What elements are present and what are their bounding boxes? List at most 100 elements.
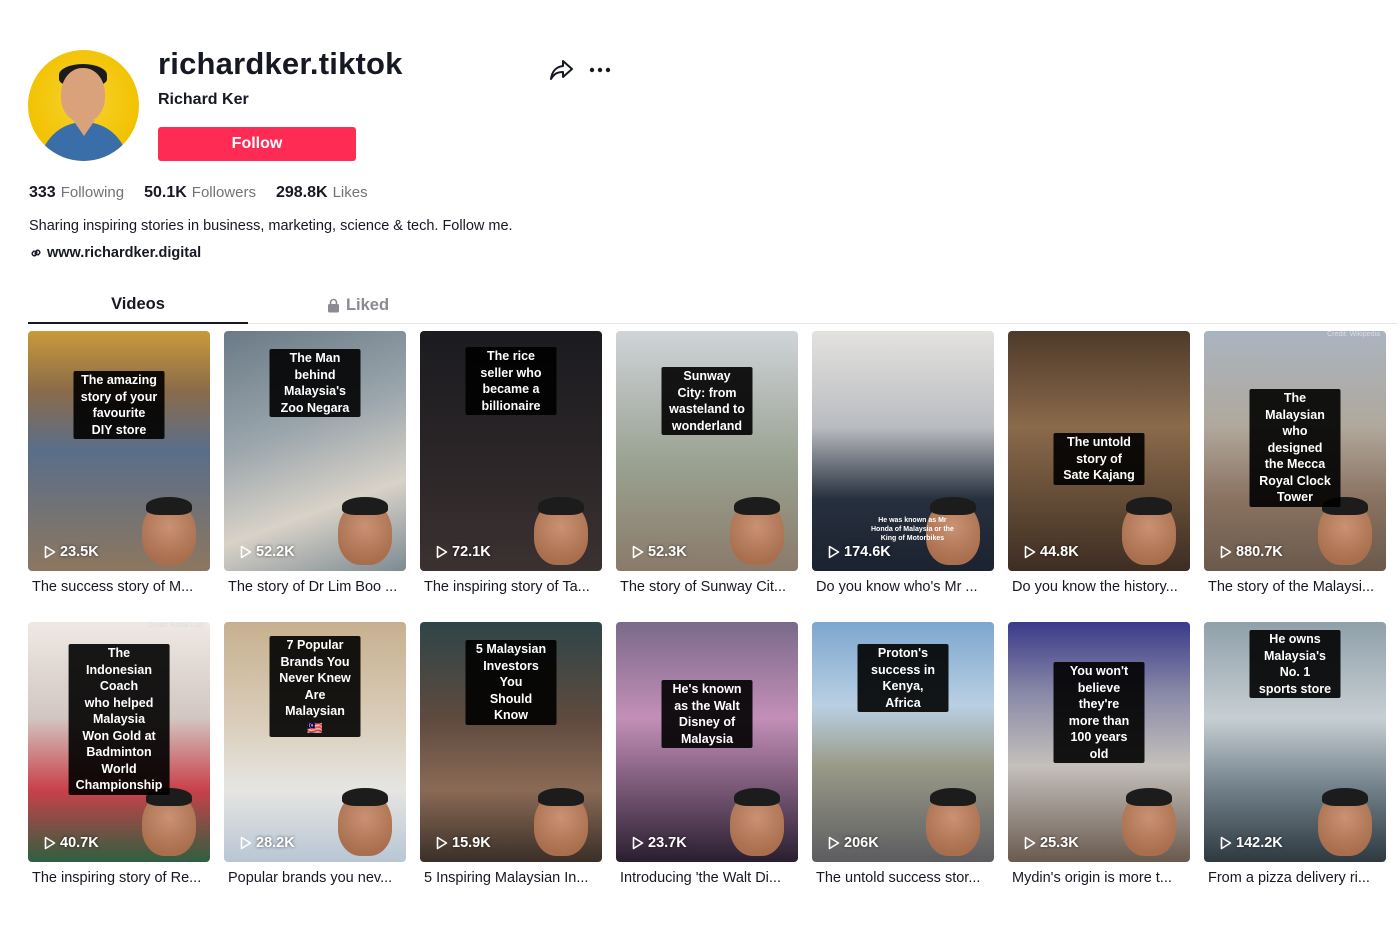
likes-label: Likes [332, 184, 368, 201]
video-thumbnail[interactable]: The amazing story of your favourite DIY … [28, 331, 210, 571]
video-thumbnail[interactable]: The rice seller who became a billionaire… [420, 331, 602, 571]
video-card[interactable]: He was known as Mr Honda of Malaysia or … [812, 331, 994, 595]
follow-button[interactable]: Follow [158, 127, 356, 161]
play-icon [436, 545, 448, 559]
video-thumbnail[interactable]: The untold story of Sate Kajang 44.8K [1008, 331, 1190, 571]
video-thumbnail[interactable]: He owns Malaysia's No. 1 sports store 142… [1204, 622, 1386, 862]
video-card[interactable]: Sunway City: from wasteland to wonderlan… [616, 331, 798, 595]
play-icon [632, 836, 644, 850]
play-icon [44, 545, 56, 559]
following-label: Following [60, 184, 125, 201]
video-caption-overlay: He's known as the Walt Disney of Malaysi… [661, 680, 753, 748]
share-icon[interactable] [549, 59, 574, 81]
view-count-text: 28.2K [256, 835, 295, 851]
profile-bio: Sharing inspiring stories in business, m… [29, 218, 513, 234]
view-count-text: 15.9K [452, 835, 491, 851]
video-card[interactable]: You won't believe they're more than 100 … [1008, 622, 1190, 886]
video-title[interactable]: The inspiring story of Re... [28, 870, 210, 886]
video-thumbnail[interactable]: He's known as the Walt Disney of Malaysi… [616, 622, 798, 862]
profile-link[interactable]: www.richardker.digital [29, 245, 201, 261]
link-icon [31, 249, 41, 257]
presenter-face [1318, 497, 1372, 565]
play-icon [1024, 836, 1036, 850]
play-icon [828, 836, 840, 850]
video-title[interactable]: The inspiring story of Ta... [420, 579, 602, 595]
video-card[interactable]: He owns Malaysia's No. 1 sports store 142… [1204, 622, 1386, 886]
video-thumbnail[interactable]: He was known as Mr Honda of Malaysia or … [812, 331, 994, 571]
video-title[interactable]: The story of the Malaysi... [1204, 579, 1386, 595]
video-thumbnail[interactable]: Sunway City: from wasteland to wonderlan… [616, 331, 798, 571]
video-title[interactable]: The story of Dr Lim Boo ... [224, 579, 406, 595]
more-options-icon[interactable] [588, 60, 612, 80]
presenter-face [142, 788, 196, 856]
view-count: 44.8K [1024, 544, 1079, 560]
video-thumbnail[interactable]: Proton's success in Kenya, Africa 206K [812, 622, 994, 862]
presenter-face [338, 497, 392, 565]
view-count-text: 206K [844, 835, 879, 851]
video-title[interactable]: Do you know who's Mr ... [812, 579, 994, 595]
video-card[interactable]: Credit: Wikipedia The Malaysian who desig… [1204, 331, 1386, 595]
video-title[interactable]: Popular brands you nev... [224, 870, 406, 886]
view-count-text: 23.7K [648, 835, 687, 851]
video-title[interactable]: Introducing 'the Walt Di... [616, 870, 798, 886]
view-count-text: 40.7K [60, 835, 99, 851]
view-count: 40.7K [44, 835, 99, 851]
following-count: 333 [29, 184, 56, 201]
video-caption-overlay: The amazing story of your favourite DIY … [73, 371, 165, 439]
video-thumbnail[interactable]: Credit: Wikipedia The Malaysian who desig… [1204, 331, 1386, 571]
image-credit: Credit: Wikipedia [1327, 331, 1380, 338]
video-thumbnail[interactable]: 7 Popular Brands You Never Knew Are Mala… [224, 622, 406, 862]
followers-stat[interactable]: 50.1K Followers [144, 184, 256, 202]
presenter-face [338, 788, 392, 856]
video-title[interactable]: From a pizza delivery ri... [1204, 870, 1386, 886]
video-card[interactable]: The Man behind Malaysia's Zoo Negara 52.2… [224, 331, 406, 595]
video-thumbnail[interactable]: The Man behind Malaysia's Zoo Negara 52.2… [224, 331, 406, 571]
view-count-text: 44.8K [1040, 544, 1079, 560]
video-caption-overlay: The untold story of Sate Kajang [1053, 433, 1145, 485]
video-title[interactable]: 5 Inspiring Malaysian In... [420, 870, 602, 886]
tab-videos[interactable]: Videos [28, 286, 248, 324]
video-thumbnail[interactable]: 5 Malaysian Investors You Should Know 15.… [420, 622, 602, 862]
video-title[interactable]: Mydin's origin is more t... [1008, 870, 1190, 886]
play-icon [1024, 545, 1036, 559]
play-icon [240, 836, 252, 850]
view-count: 72.1K [436, 544, 491, 560]
video-card[interactable]: The rice seller who became a billionaire… [420, 331, 602, 595]
presenter-face [534, 497, 588, 565]
profile-avatar [28, 50, 139, 161]
play-icon [1220, 545, 1232, 559]
play-icon [1220, 836, 1232, 850]
video-thumbnail[interactable]: You won't believe they're more than 100 … [1008, 622, 1190, 862]
view-count-text: 52.3K [648, 544, 687, 560]
lock-icon [327, 298, 339, 312]
presenter-face [1318, 788, 1372, 856]
play-icon [828, 545, 840, 559]
video-card[interactable]: The amazing story of your favourite DIY … [28, 331, 210, 595]
view-count: 25.3K [1024, 835, 1079, 851]
presenter-face [730, 788, 784, 856]
tab-liked[interactable]: Liked [248, 286, 468, 324]
likes-count: 298.8K [275, 184, 328, 201]
play-icon [240, 545, 252, 559]
video-title[interactable]: The story of Sunway Cit... [616, 579, 798, 595]
view-count: 28.2K [240, 835, 295, 851]
video-caption-overlay: The Indonesian Coach who helped Malaysia… [68, 644, 170, 795]
video-title[interactable]: Do you know the history... [1008, 579, 1190, 595]
video-thumbnail[interactable]: Credit: Kapal Lagi The Indonesian Coach w… [28, 622, 210, 862]
video-card[interactable]: The untold story of Sate Kajang 44.8K Do y… [1008, 331, 1190, 595]
video-caption-overlay: 5 Malaysian Investors You Should Know [465, 640, 557, 725]
video-caption-overlay: He owns Malaysia's No. 1 sports store [1249, 630, 1341, 698]
video-title[interactable]: The success story of M... [28, 579, 210, 595]
video-card[interactable]: 7 Popular Brands You Never Knew Are Mala… [224, 622, 406, 886]
following-stat[interactable]: 333 Following [29, 184, 124, 202]
image-credit: Credit: Kapal Lagi [148, 622, 204, 629]
video-card[interactable]: 5 Malaysian Investors You Should Know 15.… [420, 622, 602, 886]
presenter-face [534, 788, 588, 856]
video-card[interactable]: Credit: Kapal Lagi The Indonesian Coach w… [28, 622, 210, 886]
video-card[interactable]: He's known as the Walt Disney of Malaysi… [616, 622, 798, 886]
view-count: 23.5K [44, 544, 99, 560]
video-caption-overlay: He was known as Mr Honda of Malaysia or … [871, 517, 954, 542]
video-title[interactable]: The untold success stor... [812, 870, 994, 886]
view-count-text: 880.7K [1236, 544, 1283, 560]
video-card[interactable]: Proton's success in Kenya, Africa 206K The… [812, 622, 994, 886]
